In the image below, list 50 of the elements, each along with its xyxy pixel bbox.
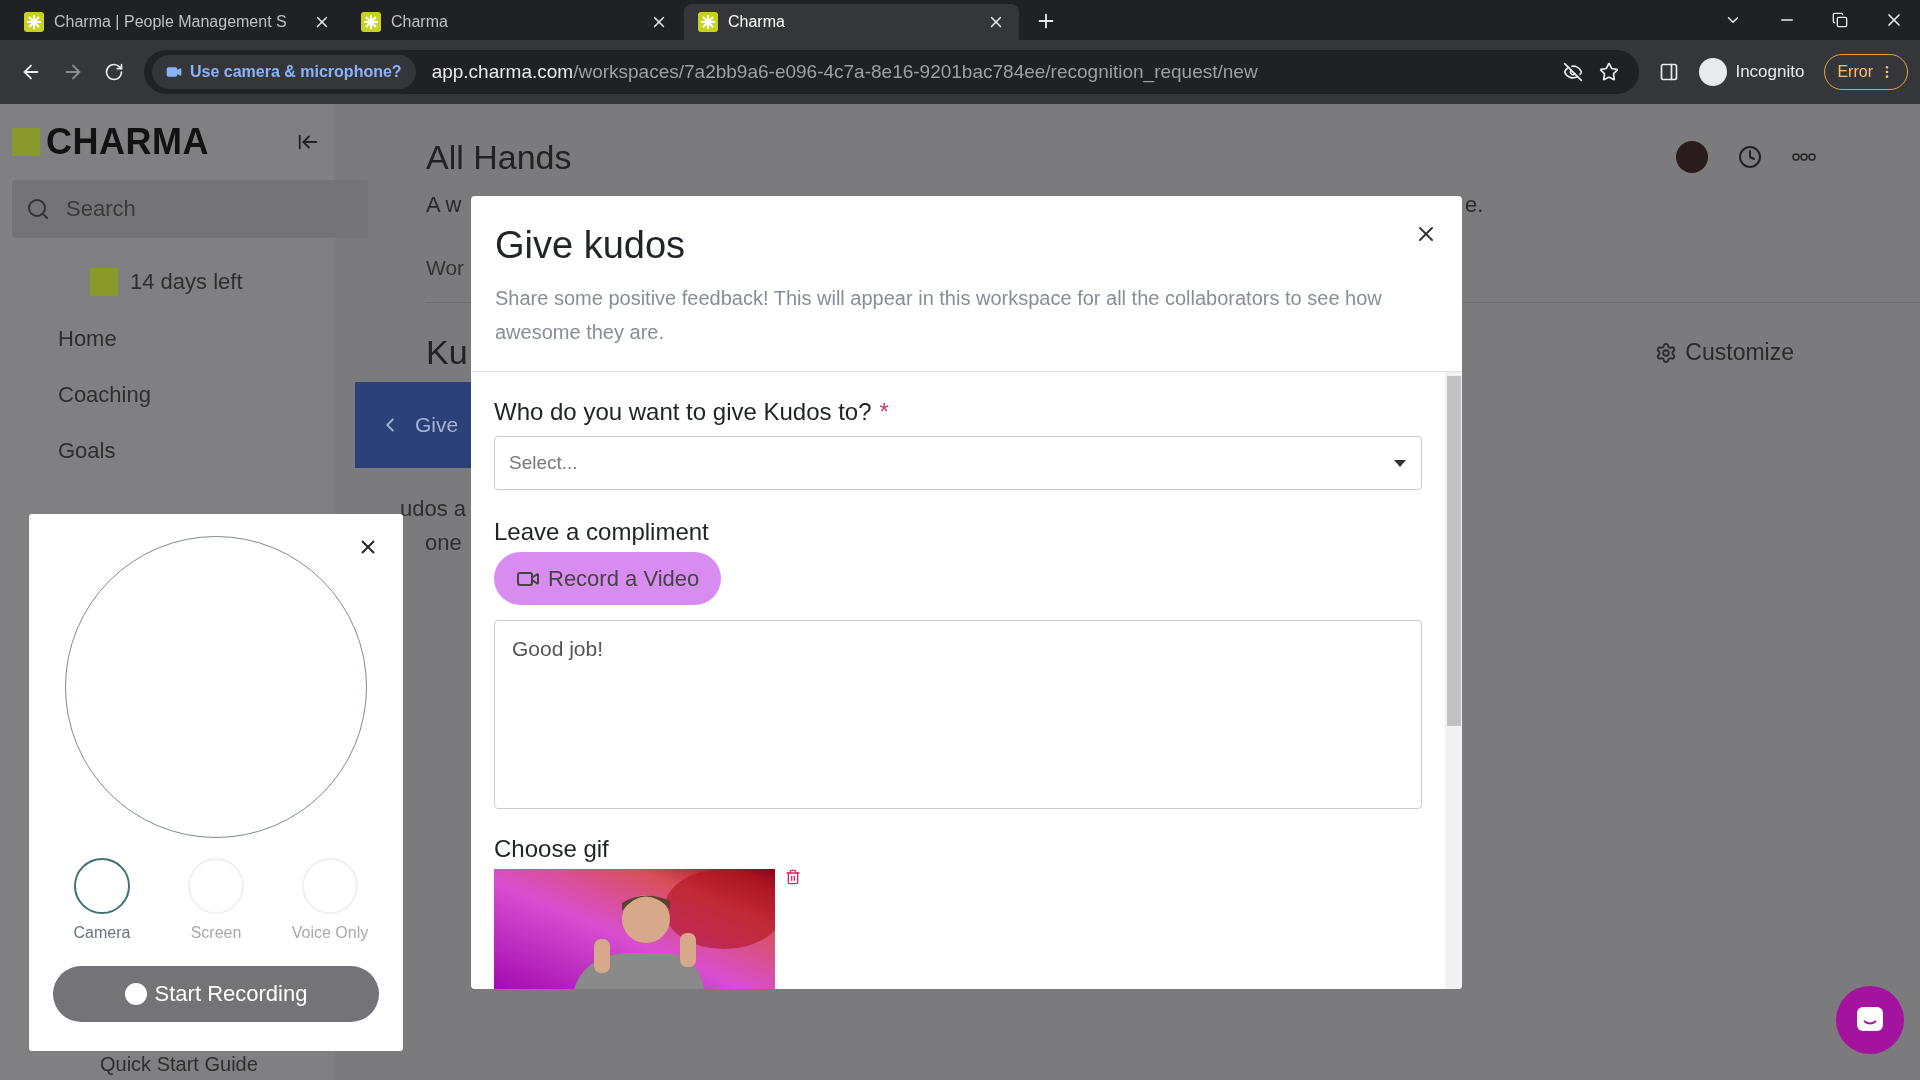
section-title: Ku xyxy=(426,333,468,372)
avatar[interactable] xyxy=(1676,141,1708,173)
trial-status: 14 days left xyxy=(130,269,243,295)
body-text: udos a xyxy=(400,496,467,522)
star-icon[interactable] xyxy=(1599,62,1620,82)
gear-icon xyxy=(1655,341,1678,364)
dialog-subtitle: Share some positive feedback! This will appear in this workspace for all the collaborators to see how awesome they are. xyxy=(495,286,1383,345)
permission-chip[interactable]: Use camera & microphone? xyxy=(152,55,416,89)
browser-tab[interactable]: Charma xyxy=(347,4,682,40)
more-icon[interactable] xyxy=(1792,153,1816,161)
browser-tab[interactable]: Charma | People Management S xyxy=(10,4,345,40)
sidebar-link[interactable]: Quick Start Guide xyxy=(12,1053,258,1076)
search-icon xyxy=(26,197,50,221)
sidebar-item[interactable]: Goals xyxy=(12,438,116,464)
page-title: All Hands xyxy=(426,137,572,177)
side-panel-icon[interactable] xyxy=(1659,62,1680,82)
restore-icon[interactable] xyxy=(1832,12,1848,28)
customize-button[interactable]: Customize xyxy=(1649,338,1800,367)
page-description: e. xyxy=(1465,192,1484,218)
reload-icon[interactable] xyxy=(104,62,124,82)
logo: CHARMA xyxy=(46,121,209,163)
start-recording-button[interactable]: Start Recording xyxy=(53,966,379,1022)
recording-mode-option[interactable]: Voice Only xyxy=(292,858,368,942)
caret-icon xyxy=(1394,460,1406,467)
url-text[interactable]: app.charma.com/workspaces/7a2bb9a6-e096-4c7a-8e16-9201bac784ee/recognition_request/new xyxy=(431,61,1548,83)
scrollbar[interactable] xyxy=(1445,372,1462,989)
eye-off-icon[interactable] xyxy=(1563,62,1584,82)
body-text: one xyxy=(425,530,462,556)
trash-icon[interactable] xyxy=(785,869,801,885)
asterisk-favicon-icon xyxy=(361,12,381,32)
search-field[interactable]: Search xyxy=(12,180,368,238)
asterisk-favicon-icon xyxy=(698,12,718,32)
field-label: Choose gif xyxy=(494,835,610,863)
recording-mode-option[interactable]: Screen xyxy=(178,858,254,942)
clock-icon[interactable] xyxy=(1738,145,1762,169)
sidebar-item[interactable]: Coaching xyxy=(12,382,151,408)
page-description: A w xyxy=(426,192,462,218)
field-label: Leave a compliment xyxy=(494,518,710,546)
asterisk-favicon-icon xyxy=(24,12,44,32)
dialog-title: Give kudos xyxy=(495,224,686,267)
camera-icon xyxy=(166,64,182,80)
incognito-profile[interactable]: Incognito xyxy=(1699,58,1805,86)
logo-icon xyxy=(12,128,40,156)
logo-icon xyxy=(90,268,118,296)
recipient-select[interactable]: Select... xyxy=(494,436,1422,490)
recording-mode-option[interactable]: Camera xyxy=(64,858,140,942)
sidebar-item[interactable]: Home xyxy=(12,326,117,352)
browser-tab[interactable]: Charma xyxy=(684,4,1019,40)
record-video-button[interactable]: Record a Video xyxy=(494,552,722,606)
compliment-field[interactable]: Good job! xyxy=(494,620,1422,809)
